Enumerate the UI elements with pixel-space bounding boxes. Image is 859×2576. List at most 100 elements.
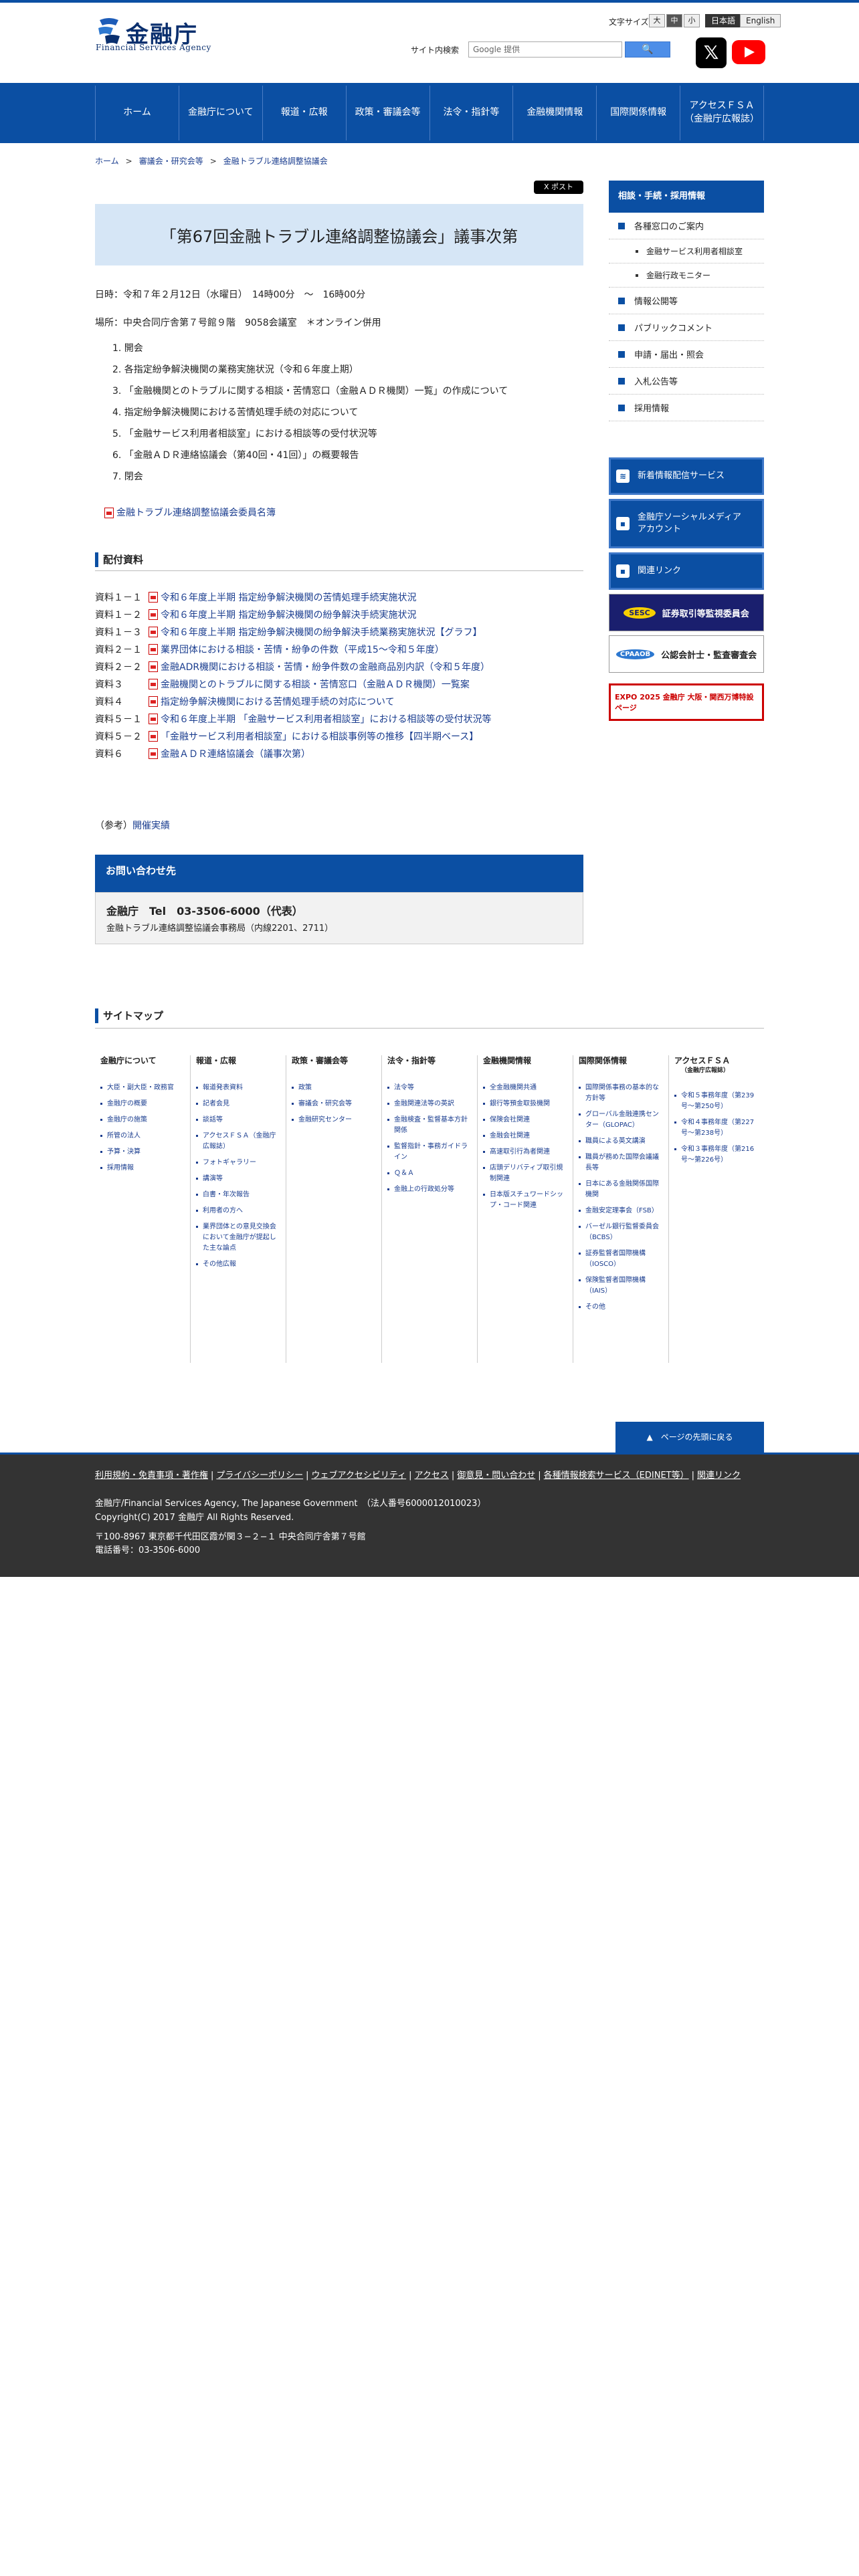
- font-size-medium-button[interactable]: 中: [666, 14, 682, 27]
- sitemap-link[interactable]: 金融関連法等の英訳: [387, 1099, 472, 1109]
- breadcrumb-councils[interactable]: 審議会・研究会等: [139, 156, 203, 166]
- search-button[interactable]: 🔍: [625, 41, 670, 58]
- nav-policy[interactable]: 政策・審議会等: [347, 86, 430, 140]
- sitemap-col-title[interactable]: 国際関係情報: [579, 1055, 663, 1067]
- side-item-tenders[interactable]: 入札公告等: [609, 368, 764, 395]
- sitemap-link[interactable]: 令和３事務年度（第216号〜第226号）: [674, 1144, 759, 1166]
- sitemap-link[interactable]: 職員による英文講演: [579, 1136, 663, 1147]
- side-item-recruitment[interactable]: 採用情報: [609, 395, 764, 421]
- breadcrumb-current[interactable]: 金融トラブル連絡調整協議会: [223, 156, 328, 166]
- sitemap-link[interactable]: 保険会社関連: [483, 1115, 567, 1125]
- material-link[interactable]: 金融機関とのトラブルに関する相談・苦情窓口（金融ＡＤＲ機関）一覧案: [161, 677, 470, 691]
- sitemap-link[interactable]: 高速取引行為者関連: [483, 1147, 567, 1158]
- lang-japanese-button[interactable]: 日本語: [705, 14, 742, 27]
- sitemap-link[interactable]: Ｑ＆Ａ: [387, 1168, 472, 1179]
- material-link[interactable]: 令和６年度上半期 指定紛争解決機関の苦情処理手続実施状況: [161, 591, 416, 604]
- sitemap-link[interactable]: 監督指針・事務ガイドライン: [387, 1142, 472, 1163]
- material-link[interactable]: 金融ADR機関における相談・苦情・紛争件数の金融商品別内訳（令和５年度）: [161, 660, 490, 673]
- sitemap-link[interactable]: 証券監督者国際機構（IOSCO）: [579, 1249, 663, 1270]
- sitemap-link[interactable]: 白書・年次報告: [196, 1190, 280, 1200]
- footer-link-accessibility[interactable]: ウェブアクセシビリティ: [312, 1471, 407, 1481]
- nav-laws[interactable]: 法令・指針等: [430, 86, 514, 140]
- sitemap-link[interactable]: アクセスＦＳＡ（金融庁広報誌）: [196, 1131, 280, 1152]
- side-item-disclosure[interactable]: 情報公開等: [609, 288, 764, 314]
- x-post-button[interactable]: X ポスト: [534, 181, 583, 194]
- sitemap-col-title[interactable]: アクセスＦＳＡ （金融庁広報誌）: [674, 1055, 759, 1075]
- sitemap-link[interactable]: 所管の法人: [100, 1131, 185, 1142]
- footer-link-access[interactable]: アクセス: [415, 1471, 449, 1481]
- side-sub-consultation[interactable]: 金融サービス利用者相談室: [609, 239, 764, 263]
- sitemap-link[interactable]: 報道発表資料: [196, 1083, 280, 1093]
- nav-about[interactable]: 金融庁について: [179, 86, 263, 140]
- sitemap-link[interactable]: 業界団体との意見交換会において金融庁が提起した主な論点: [196, 1222, 280, 1254]
- sitemap-link[interactable]: 職員が務めた国際会議議長等: [579, 1152, 663, 1174]
- nav-institutions[interactable]: 金融機関情報: [513, 86, 597, 140]
- sitemap-link[interactable]: 国際関係事務の基本的な方針等: [579, 1083, 663, 1104]
- newsletter-button[interactable]: ≋ 新着情報配信サービス: [609, 457, 764, 495]
- sitemap-link[interactable]: 金融安定理事会（FSB）: [579, 1206, 663, 1216]
- cpaaob-banner[interactable]: CPAAOB 公認会計士・監査審査会: [609, 635, 764, 673]
- sitemap-col-title[interactable]: 政策・審議会等: [292, 1055, 376, 1067]
- reference-link[interactable]: 開催実績: [132, 821, 170, 831]
- sitemap-link[interactable]: 予算・決算: [100, 1147, 185, 1158]
- footer-link-contact[interactable]: 御意見・問い合わせ: [457, 1471, 535, 1481]
- member-list-link-text[interactable]: 金融トラブル連絡調整協議会委員名簿: [116, 508, 276, 518]
- sitemap-col-title[interactable]: 金融機関情報: [483, 1055, 567, 1067]
- side-item-public-comment[interactable]: パブリックコメント: [609, 314, 764, 341]
- sitemap-link[interactable]: 日本にある金融関係国際機関: [579, 1179, 663, 1200]
- material-link[interactable]: 令和６年度上半期 指定紛争解決機関の紛争解決手続業務実施状況【グラフ】: [161, 625, 482, 639]
- sitemap-col-title[interactable]: 報道・広報: [196, 1055, 280, 1067]
- font-size-large-button[interactable]: 大: [649, 14, 665, 27]
- lang-english-button[interactable]: English: [740, 14, 781, 27]
- nav-international[interactable]: 国際関係情報: [597, 86, 681, 140]
- sitemap-link[interactable]: その他広報: [196, 1259, 280, 1270]
- material-link[interactable]: 「金融サービス利用者相談室」における相談事例等の推移【四半期ベース】: [161, 730, 478, 743]
- footer-link-edinet[interactable]: 各種情報検索サービス（EDINET等）: [544, 1471, 689, 1481]
- material-link[interactable]: 令和６年度上半期 指定紛争解決機関の紛争解決手続実施状況: [161, 608, 416, 621]
- material-link[interactable]: 業界団体における相談・苦情・紛争の件数（平成15～令和５年度）: [161, 643, 444, 656]
- sitemap-link[interactable]: その他: [579, 1302, 663, 1313]
- sitemap-link[interactable]: フォトギャラリー: [196, 1158, 280, 1168]
- side-sub-monitor[interactable]: 金融行政モニター: [609, 263, 764, 288]
- sitemap-link[interactable]: 審議会・研究会等: [292, 1099, 376, 1109]
- sitemap-link[interactable]: 講演等: [196, 1174, 280, 1184]
- sitemap-link[interactable]: 記者会見: [196, 1099, 280, 1109]
- footer-link-related[interactable]: 関連リンク: [697, 1471, 741, 1481]
- nav-access-fsa[interactable]: アクセスＦＳＡ （金融庁広報誌）: [680, 86, 764, 140]
- font-size-small-button[interactable]: 小: [684, 14, 700, 27]
- sitemap-link[interactable]: 談話等: [196, 1115, 280, 1125]
- sitemap-link[interactable]: 令和５事務年度（第239号〜第250号）: [674, 1091, 759, 1112]
- youtube-icon[interactable]: [732, 40, 765, 64]
- sitemap-link[interactable]: 大臣・副大臣・政務官: [100, 1083, 185, 1093]
- sitemap-link[interactable]: 金融会社関連: [483, 1131, 567, 1142]
- sitemap-link[interactable]: 銀行等預金取扱機関: [483, 1099, 567, 1109]
- sitemap-link[interactable]: 金融庁の施策: [100, 1115, 185, 1125]
- sitemap-link[interactable]: 全金融機関共通: [483, 1083, 567, 1093]
- sitemap-link[interactable]: バーゼル銀行監督委員会（BCBS）: [579, 1222, 663, 1243]
- sesc-banner[interactable]: SESC 証券取引等監視委員会: [609, 594, 764, 631]
- sitemap-link[interactable]: 採用情報: [100, 1163, 185, 1174]
- search-input[interactable]: Google 提供: [468, 41, 622, 58]
- member-list-link[interactable]: 金融トラブル連絡調整協議会委員名簿: [104, 506, 276, 519]
- footer-link-terms[interactable]: 利用規約・免責事項・著作権: [95, 1471, 208, 1481]
- nav-home[interactable]: ホーム: [96, 86, 179, 140]
- x-icon[interactable]: 𝕏: [696, 37, 727, 68]
- side-item-applications[interactable]: 申請・届出・照会: [609, 341, 764, 368]
- material-link[interactable]: 令和６年度上半期 「金融サービス利用者相談室」における相談等の受付状況等: [161, 712, 491, 726]
- side-item-windows[interactable]: 各種窓口のご案内: [609, 213, 764, 239]
- sitemap-col-title[interactable]: 法令・指針等: [387, 1055, 472, 1067]
- nav-press[interactable]: 報道・広報: [263, 86, 347, 140]
- social-media-button[interactable]: ▪ 金融庁ソーシャルメディア アカウント: [609, 499, 764, 548]
- sitemap-link[interactable]: 法令等: [387, 1083, 472, 1093]
- sitemap-link[interactable]: 保険監督者国際機構（IAIS）: [579, 1275, 663, 1297]
- sitemap-link[interactable]: 金融上の行政処分等: [387, 1184, 472, 1195]
- back-to-top-button[interactable]: ▲ ページの先頭に戻る: [615, 1422, 764, 1453]
- expo-banner[interactable]: EXPO 2025 金融庁 大阪・関西万博特設ページ: [609, 683, 764, 721]
- related-links-button[interactable]: ▪ 関連リンク: [609, 552, 764, 590]
- footer-link-privacy[interactable]: プライバシーポリシー: [216, 1471, 303, 1481]
- sitemap-link[interactable]: グローバル金融連携センター（GLOPAC）: [579, 1109, 663, 1131]
- sitemap-link[interactable]: 店頭デリバティブ取引規制関連: [483, 1163, 567, 1184]
- sitemap-col-title[interactable]: 金融庁について: [100, 1055, 185, 1067]
- breadcrumb-home[interactable]: ホーム: [95, 156, 119, 166]
- sitemap-link[interactable]: 金融庁の概要: [100, 1099, 185, 1109]
